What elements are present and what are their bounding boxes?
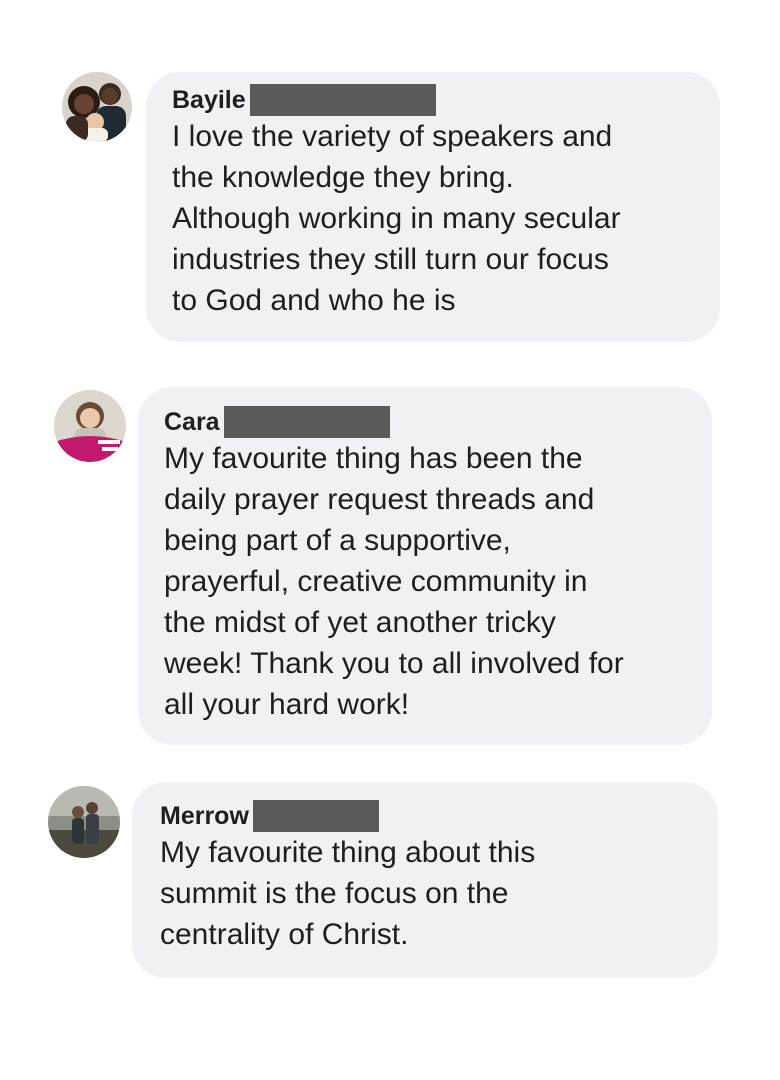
- avatar-merrow-photo: [48, 786, 120, 858]
- comment-text-3: My favourite thing about this summit is …: [160, 836, 536, 951]
- comment-author-1[interactable]: Bayile: [172, 84, 246, 116]
- comment-bubble-2: Cara My favourite thing has been the dai…: [138, 387, 712, 745]
- comment-bubble-3: Merrow My favourite thing about this sum…: [132, 782, 718, 978]
- comment-text-2: My favourite thing has been the daily pr…: [164, 442, 624, 721]
- avatar-cara[interactable]: [54, 390, 126, 462]
- redaction-bar: [223, 406, 390, 438]
- avatar-merrow[interactable]: [48, 786, 120, 858]
- comment-text-1: I love the variety of speakers and the k…: [172, 120, 621, 317]
- redaction-bar: [252, 800, 379, 832]
- avatar-cara-photo: [54, 390, 126, 462]
- avatar-bayile-photo: [62, 72, 132, 142]
- comment-author-3[interactable]: Merrow: [160, 800, 249, 832]
- comment-author-2[interactable]: Cara: [164, 406, 220, 438]
- avatar-bayile[interactable]: [62, 72, 132, 142]
- redaction-bar: [249, 84, 436, 116]
- comment-bubble-1: Bayile I love the variety of speakers an…: [146, 72, 720, 342]
